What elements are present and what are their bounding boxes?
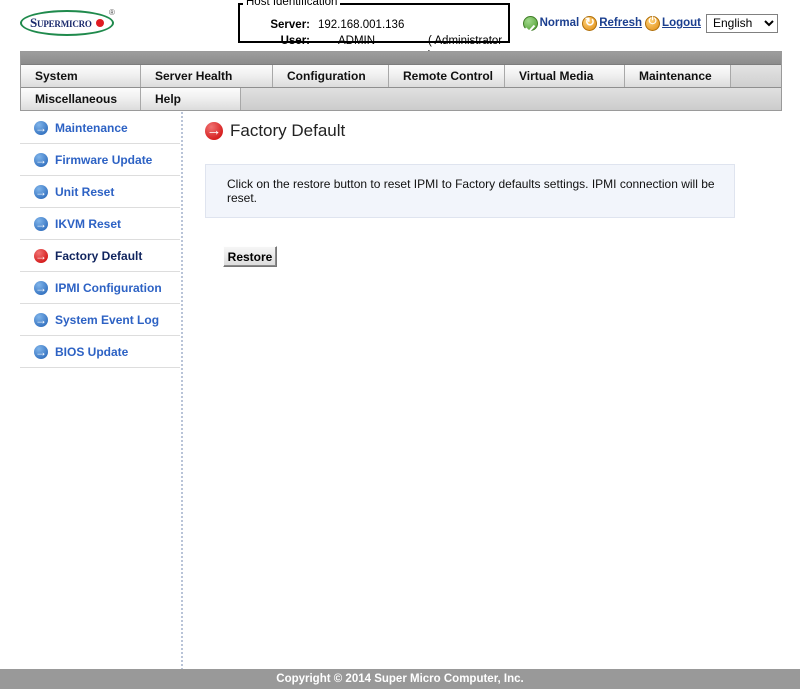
supermicro-logo: Supermicro ® <box>20 6 118 40</box>
sidebar-item-unit-reset[interactable]: Unit Reset <box>20 176 180 208</box>
arrow-circle-icon <box>34 246 48 266</box>
menu-item-server-health[interactable]: Server Health <box>141 65 273 87</box>
logo-red-dot-icon <box>96 19 104 27</box>
menu-item-maintenance[interactable]: Maintenance <box>625 65 731 87</box>
sidebar-nav: Maintenance Firmware Update Unit Reset I… <box>20 112 180 368</box>
host-server-row: Server: 192.168.001.136 <box>240 18 508 33</box>
sidebar-item-factory-default[interactable]: Factory Default <box>20 240 180 272</box>
page-title: Factory Default <box>230 121 346 140</box>
sidebar-content-divider <box>181 112 184 670</box>
arrow-circle-icon <box>34 214 48 234</box>
top-navigation: Normal Refresh Logout English <box>522 13 778 33</box>
menubar-top-band <box>21 52 781 65</box>
host-server-label: Server: <box>270 19 310 31</box>
green-check-icon <box>522 15 538 31</box>
host-user-label: User: <box>280 35 310 47</box>
main-menubar: System Server Health Configuration Remot… <box>20 51 782 111</box>
menu-item-help[interactable]: Help <box>141 88 241 110</box>
page-header: Supermicro ® Server: 192.168.001.136 Use… <box>0 0 800 62</box>
main-content: Factory Default Click on the restore but… <box>205 118 765 267</box>
power-icon[interactable] <box>645 15 661 31</box>
arrow-circle-icon <box>34 118 48 138</box>
menubar-row-2: Miscellaneous Help <box>21 88 781 110</box>
menubar-filler-2 <box>241 88 781 110</box>
sidebar-item-label: Factory Default <box>55 248 143 263</box>
sidebar-item-label: IPMI Configuration <box>55 280 162 295</box>
menu-item-configuration[interactable]: Configuration <box>273 65 389 87</box>
sidebar-item-firmware-update[interactable]: Firmware Update <box>20 144 180 176</box>
menu-item-system[interactable]: System <box>21 65 141 87</box>
info-panel: Click on the restore button to reset IPM… <box>205 164 735 218</box>
sidebar-item-label: BIOS Update <box>55 344 129 359</box>
host-user-value: ADMIN <box>338 35 376 47</box>
sidebar-item-bios-update[interactable]: BIOS Update <box>20 336 180 368</box>
status-label: Normal <box>539 17 580 29</box>
sidebar-item-ipmi-configuration[interactable]: IPMI Configuration <box>20 272 180 304</box>
arrow-circle-icon <box>205 120 223 142</box>
page-footer: Copyright © 2014 Super Micro Computer, I… <box>0 669 800 689</box>
logo-text: Supermicro <box>30 15 92 30</box>
host-server-value: 192.168.001.136 <box>318 19 405 31</box>
host-user-row: User: ADMIN ( Administrator ) <box>240 34 508 62</box>
sidebar-item-label: Maintenance <box>55 120 128 135</box>
logo-trademark: ® <box>109 8 115 17</box>
arrow-circle-icon <box>34 342 48 362</box>
sidebar-item-system-event-log[interactable]: System Event Log <box>20 304 180 336</box>
restore-button[interactable]: Restore <box>223 246 277 267</box>
sidebar-item-label: Firmware Update <box>55 152 153 167</box>
menubar-filler-1 <box>731 65 781 87</box>
menu-item-miscellaneous[interactable]: Miscellaneous <box>21 88 141 110</box>
logout-link[interactable]: Logout <box>662 17 701 29</box>
arrow-circle-icon <box>34 310 48 330</box>
sidebar-item-ikvm-reset[interactable]: IKVM Reset <box>20 208 180 240</box>
page-title-row: Factory Default <box>205 118 765 144</box>
host-identification-panel: Server: 192.168.001.136 User: ADMIN ( Ad… <box>238 3 510 62</box>
menu-item-virtual-media[interactable]: Virtual Media <box>505 65 625 87</box>
host-identification-legend: Host Identification <box>243 0 341 8</box>
sidebar-item-label: System Event Log <box>55 312 160 327</box>
language-select[interactable]: English <box>706 13 778 33</box>
sidebar-item-label: IKVM Reset <box>55 216 122 231</box>
refresh-circle-icon[interactable] <box>582 15 598 31</box>
arrow-circle-icon <box>34 278 48 298</box>
refresh-link[interactable]: Refresh <box>599 17 642 29</box>
sidebar-item-maintenance[interactable]: Maintenance <box>20 112 180 144</box>
menubar-row-1: System Server Health Configuration Remot… <box>21 65 781 88</box>
arrow-circle-icon <box>34 182 48 202</box>
arrow-circle-icon <box>34 150 48 170</box>
menu-item-remote-control[interactable]: Remote Control <box>389 65 505 87</box>
copyright-text: Copyright © 2014 Super Micro Computer, I… <box>276 673 524 685</box>
info-text: Click on the restore button to reset IPM… <box>227 177 715 205</box>
sidebar-item-label: Unit Reset <box>55 184 115 199</box>
